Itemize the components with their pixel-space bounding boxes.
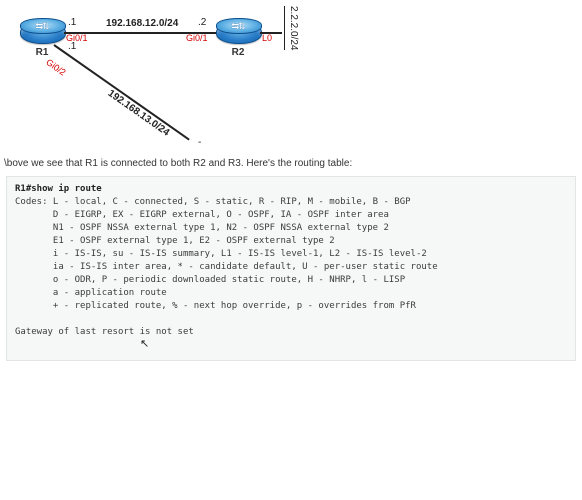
router-r2-label: R2: [216, 47, 260, 58]
r2-lo-network: 2.2.2.0/24: [288, 6, 299, 50]
router-arrows-icon: ⇆⇅: [20, 19, 64, 33]
terminal-line: a - application route: [15, 288, 167, 298]
terminal-output: R1#show ip route Codes: L - local, C - c…: [6, 176, 576, 361]
r1-r2-r2-octet: .2: [198, 17, 206, 28]
terminal-line: + - replicated route, % - next hop overr…: [15, 301, 416, 311]
r1-r3-r1-iface: Gi0/2: [44, 57, 67, 78]
description-text: \bove we see that R1 is connected to bot…: [4, 158, 352, 169]
r1-r3-r1-octet: .1: [68, 41, 76, 52]
r2-lo-iface: L0: [262, 33, 272, 43]
canvas: ⇆⇅ R1 ⇆⇅ R2 .1 Gi0/1 192.168.12.0/24 .2 …: [0, 0, 582, 500]
router-r1: ⇆⇅ R1: [20, 18, 64, 46]
lo-terminator: [284, 6, 285, 50]
terminal-line: ia - IS-IS inter area, * - candidate def…: [15, 262, 438, 272]
r1-r3-network: 192.168.13.0/24: [106, 88, 172, 138]
terminal-line: o - ODR, P - periodic downloaded static …: [15, 275, 405, 285]
terminal-line: Gateway of last resort is not set: [15, 327, 194, 337]
r1-r2-r2-iface: Gi0/1: [186, 33, 208, 43]
terminal-command: R1#show ip route: [15, 184, 102, 194]
r1-r2-r1-octet: .1: [68, 17, 76, 28]
cursor-icon: ↖: [140, 337, 149, 350]
link-r1-r3: [53, 44, 189, 140]
terminal-line: D - EIGRP, EX - EIGRP external, O - OSPF…: [15, 210, 389, 220]
terminal-line: Codes: L - local, C - connected, S - sta…: [15, 197, 411, 207]
router-r2: ⇆⇅ R2: [216, 18, 260, 46]
terminal-line: E1 - OSPF external type 1, E2 - OSPF ext…: [15, 236, 335, 246]
r1-r2-network: 192.168.12.0/24: [106, 18, 178, 29]
router-arrows-icon: ⇆⇅: [216, 19, 260, 33]
terminal-line: i - IS-IS, su - IS-IS summary, L1 - IS-I…: [15, 249, 427, 259]
terminal-line: N1 - OSPF NSSA external type 1, N2 - OSP…: [15, 223, 389, 233]
r1-r3-r3-end: -: [198, 137, 201, 148]
